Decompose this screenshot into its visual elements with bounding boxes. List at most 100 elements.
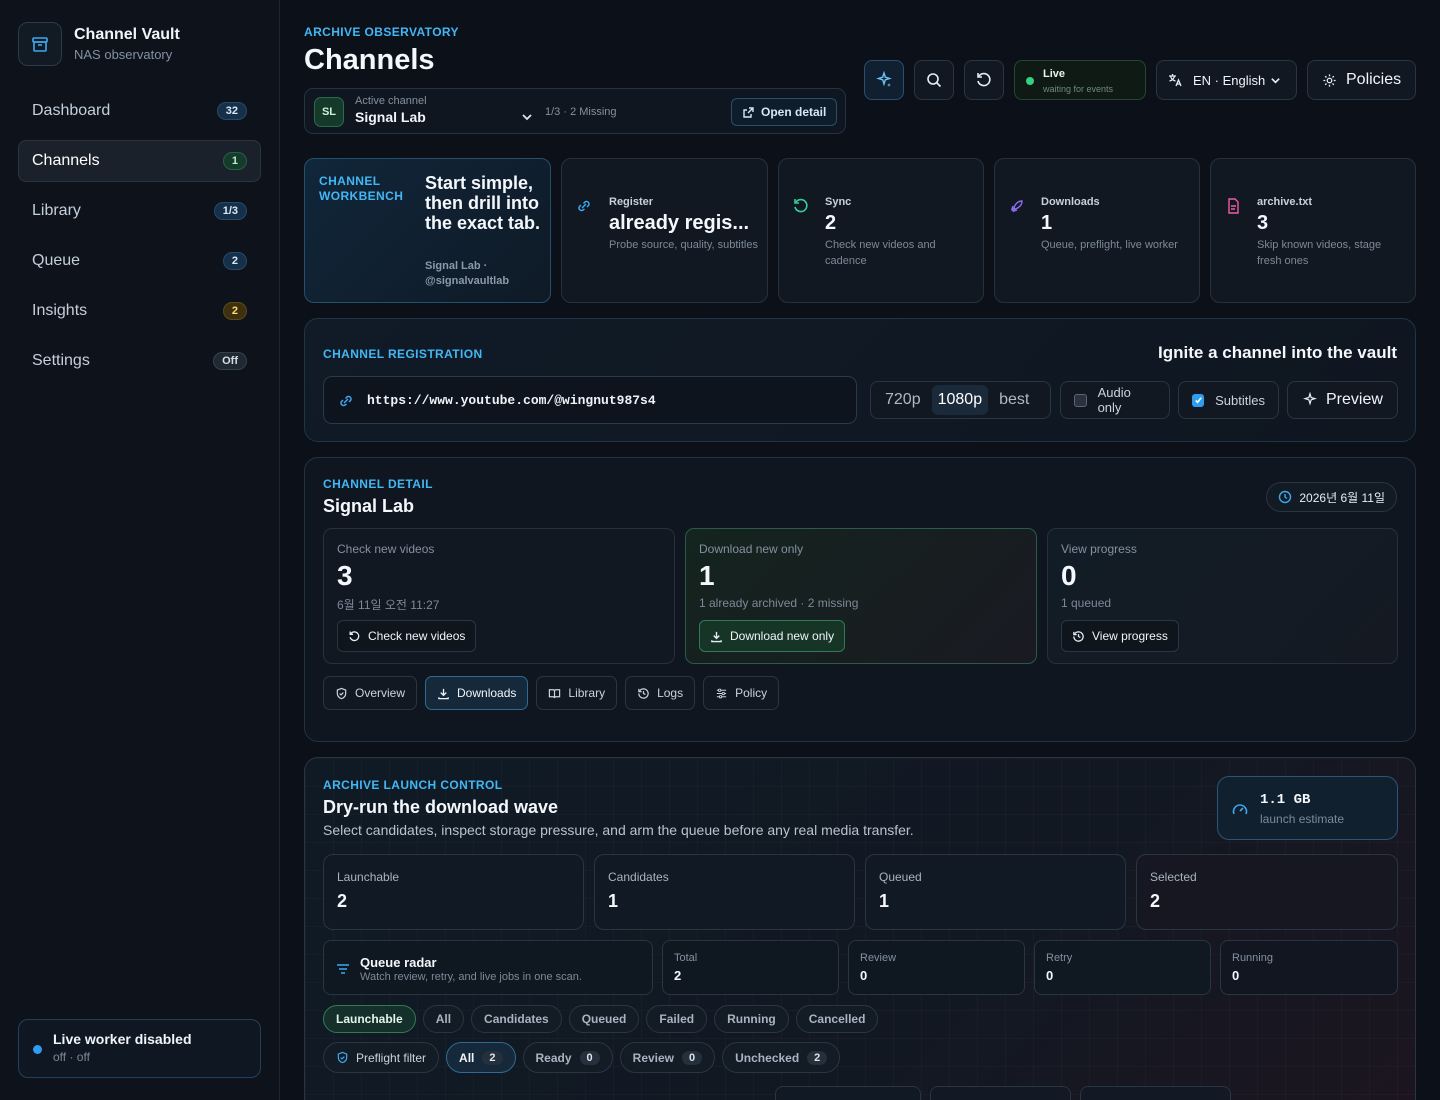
- policies-label: Policies: [1346, 71, 1402, 88]
- preflight-label: Preflight filter: [356, 1050, 427, 1065]
- open-detail-button[interactable]: Open detail: [731, 98, 838, 126]
- metric-value: 2: [1150, 891, 1161, 911]
- preflight-option-label: Unchecked: [735, 1050, 800, 1065]
- subtitles-toggle[interactable]: Subtitles: [1178, 381, 1279, 419]
- metric-value: 2: [337, 891, 348, 911]
- live-worker-status[interactable]: Live worker disabled off · off: [18, 1019, 261, 1078]
- radar-stat-label: Retry: [1046, 952, 1073, 964]
- channel-url-input[interactable]: https://www.youtube.com/@wingnut987s4: [323, 376, 857, 424]
- quality-option-1080p[interactable]: 1080p: [931, 385, 989, 415]
- stat-value: 2: [825, 212, 837, 234]
- sidebar-item-settings[interactable]: Settings Off: [18, 340, 261, 382]
- detail-title: Signal Lab: [323, 496, 415, 516]
- filter-icon: [335, 961, 351, 977]
- link-icon: [337, 392, 355, 410]
- subtitles-label: Subtitles: [1215, 392, 1265, 408]
- download-new-only-button[interactable]: Download new only: [699, 620, 846, 652]
- filter-running[interactable]: Running: [714, 1005, 789, 1033]
- active-channel-select[interactable]: Active channel Signal Lab: [355, 95, 535, 129]
- stat-card-downloads[interactable]: Downloads 1 Queue, preflight, live worke…: [994, 158, 1200, 303]
- tab-label: Downloads: [457, 686, 517, 700]
- sidebar-item-queue[interactable]: Queue 2: [18, 240, 261, 282]
- quality-option-best[interactable]: best: [988, 385, 1040, 415]
- sidebar-item-label: Dashboard: [32, 102, 111, 119]
- tab-library[interactable]: Library: [536, 676, 618, 710]
- stat-card-archive[interactable]: archive.txt 3 Skip known videos, stage f…: [1210, 158, 1416, 303]
- queue-filters: Launchable All Candidates Queued Failed …: [323, 1005, 885, 1033]
- external-link-icon: [742, 106, 755, 119]
- tab-overview[interactable]: Overview: [323, 676, 418, 710]
- preview-button[interactable]: Preview: [1287, 381, 1398, 419]
- stat-card-register[interactable]: Register already regis... Probe source, …: [561, 158, 768, 303]
- card-label: Check new videos: [337, 542, 435, 556]
- tab-downloads[interactable]: Downloads: [425, 676, 529, 710]
- card-subtitle: 1 queued: [1061, 596, 1112, 610]
- sidebar-item-insights[interactable]: Insights 2: [18, 290, 261, 332]
- sidebar-item-badge: 2: [222, 302, 247, 320]
- stat-label: Downloads: [1041, 196, 1100, 208]
- chevron-down-icon: [1270, 75, 1281, 86]
- card-value: 3: [337, 560, 353, 591]
- channel-registration-panel: CHANNEL REGISTRATION Ignite a channel in…: [304, 318, 1416, 442]
- queue-radar: Queue radar Watch review, retry, and liv…: [323, 940, 653, 995]
- tab-label: Policy: [735, 686, 768, 700]
- language-select[interactable]: EN · English: [1156, 60, 1297, 100]
- quality-option-720p[interactable]: 720p: [874, 385, 932, 415]
- tab-policy[interactable]: Policy: [703, 676, 780, 710]
- sidebar-item-library[interactable]: Library 1/3: [18, 190, 261, 232]
- radar-stat-value: 0: [1232, 968, 1240, 983]
- preflight-count: 0: [579, 1050, 600, 1065]
- filter-candidates[interactable]: Candidates: [471, 1005, 562, 1033]
- metric-launchable: Launchable 2: [323, 854, 584, 930]
- estimate-value: 1.1 GB: [1260, 792, 1311, 808]
- stat-card-sync[interactable]: Sync 2 Check new videos and cadence: [778, 158, 984, 303]
- archive-box-icon: [18, 22, 62, 66]
- metric-label: Candidates: [608, 870, 669, 884]
- preflight-all[interactable]: All 2: [446, 1042, 516, 1073]
- view-progress-card: View progress 0 1 queued View progress: [1047, 528, 1398, 664]
- open-detail-label: Open detail: [761, 105, 827, 119]
- metric-selected: Selected 2: [1136, 854, 1398, 930]
- shield-icon: [336, 1051, 349, 1064]
- history-icon: [637, 687, 650, 700]
- radar-stat-value: 2: [674, 968, 682, 983]
- audio-only-toggle[interactable]: Audio only: [1060, 381, 1170, 419]
- metric-value: 1: [608, 891, 619, 911]
- sidebar-item-badge: 1/3: [213, 202, 247, 220]
- stat-description: Probe source, quality, subtitles: [609, 239, 758, 251]
- view-progress-button[interactable]: View progress: [1061, 620, 1179, 652]
- checkbox-checked-icon: [1192, 393, 1205, 407]
- date-label: 2026년 6월 11일: [1299, 490, 1385, 505]
- filter-queued[interactable]: Queued: [568, 1005, 640, 1033]
- button-label: View progress: [1092, 629, 1168, 643]
- card-subtitle: 6월 11일 오전 11:27: [337, 598, 440, 612]
- metric-candidates: Candidates 1: [594, 854, 855, 930]
- preflight-ready[interactable]: Ready 0: [522, 1042, 613, 1073]
- sidebar-item-dashboard[interactable]: Dashboard 32: [18, 90, 261, 132]
- workbench-subtitle: Signal Lab · @signalvaultlab: [425, 260, 510, 287]
- language-label: EN · English: [1193, 72, 1266, 88]
- check-new-videos-button[interactable]: Check new videos: [337, 620, 477, 652]
- preflight-unchecked[interactable]: Unchecked 2: [722, 1042, 841, 1073]
- tab-logs[interactable]: Logs: [625, 676, 696, 710]
- filter-launchable[interactable]: Launchable: [323, 1005, 416, 1033]
- workbench-eyebrow: CHANNEL WORKBENCH: [319, 174, 404, 203]
- filter-all[interactable]: All: [422, 1005, 465, 1033]
- refresh-icon: [975, 71, 993, 89]
- sidebar-item-channels[interactable]: Channels 1: [18, 140, 261, 182]
- filter-failed[interactable]: Failed: [646, 1005, 708, 1033]
- missing-summary: 1/3 · 2 Missing: [545, 106, 617, 118]
- sidebar-item-badge: Off: [213, 352, 247, 370]
- brand-title: Channel Vault: [74, 26, 180, 43]
- preflight-count: 2: [807, 1050, 828, 1065]
- channel-detail-panel: CHANNEL DETAIL Signal Lab 2026년 6월 11일 C…: [304, 457, 1416, 742]
- refresh-button[interactable]: [964, 60, 1004, 100]
- preflight-review[interactable]: Review 0: [619, 1042, 716, 1073]
- sparkle-button[interactable]: [864, 60, 904, 100]
- policies-button[interactable]: Policies: [1307, 60, 1416, 100]
- launch-estimate: 1.1 GB launch estimate: [1217, 776, 1398, 840]
- search-button[interactable]: [914, 60, 954, 100]
- quality-selector: 720p 1080p best: [870, 381, 1051, 419]
- filter-cancelled[interactable]: Cancelled: [795, 1005, 879, 1033]
- live-status[interactable]: Live waiting for events: [1014, 60, 1146, 100]
